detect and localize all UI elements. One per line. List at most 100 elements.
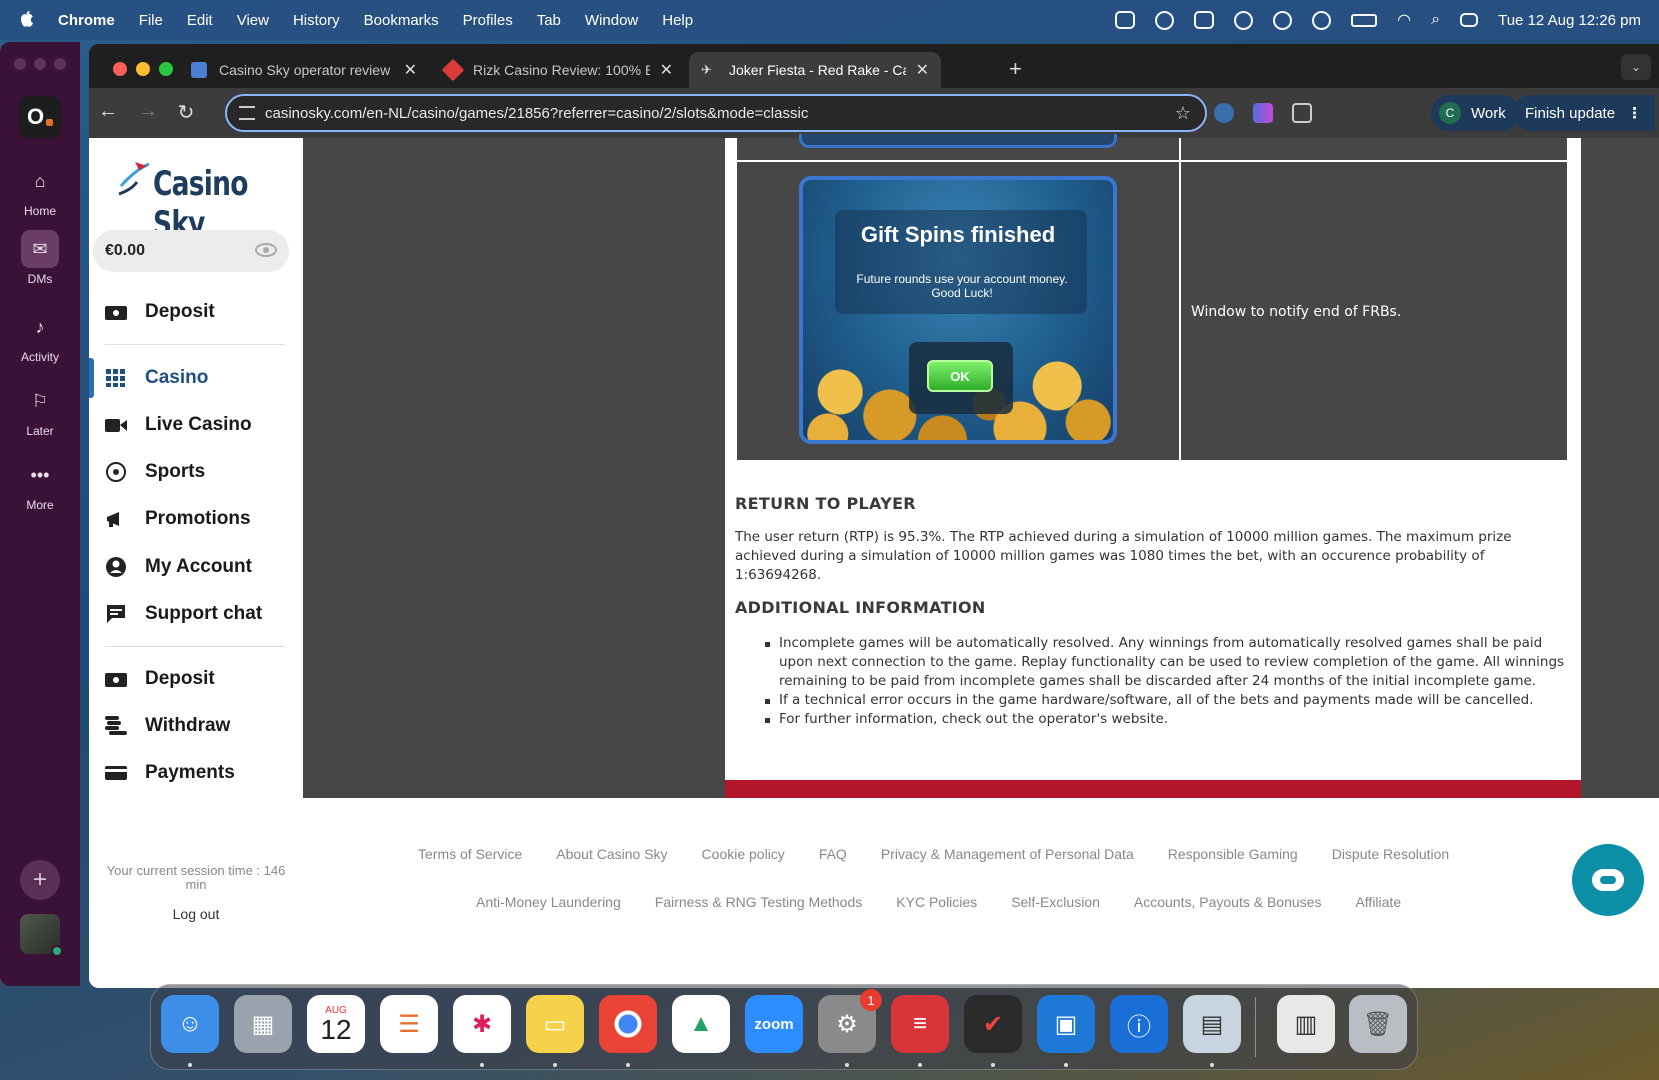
rail-item-more[interactable]: ••• More [0,456,80,513]
sidebar-item-deposit[interactable]: Deposit [89,292,303,332]
slack-status-icon[interactable] [1155,10,1175,30]
casino-sky-logo[interactable]: Casino Sky [117,154,277,244]
todo-icon[interactable]: ✔ [964,995,1022,1053]
control-center-icon[interactable] [1460,13,1479,27]
google-drive-icon[interactable]: ▲ [672,995,730,1053]
extensions-puzzle-icon[interactable] [1292,103,1312,123]
battery-icon[interactable] [1351,13,1378,27]
sidebar-item-payments[interactable]: Payments [89,753,303,793]
check-status-icon[interactable] [1312,10,1332,30]
extension-grid-icon[interactable] [1253,103,1273,123]
sidebar-item-my-account[interactable]: My Account [89,547,303,587]
menubar-clock[interactable]: Tue 12 Aug 12:26 pm [1498,12,1641,29]
menu-tab[interactable]: Tab [537,12,561,29]
menu-file[interactable]: File [139,12,163,29]
finish-update-button[interactable]: Finish update ⋮ [1513,95,1655,131]
new-tab-button[interactable]: + [1009,56,1022,82]
rail-item-later[interactable]: ⚐ Later [0,382,80,439]
preview-icon[interactable]: ▤ [1183,995,1241,1053]
kebab-menu-icon[interactable]: ⋮ [1627,104,1642,122]
footer-link[interactable]: Terms of Service [418,846,522,862]
sidebar-item-promotions[interactable]: Promotions [89,499,303,539]
menu-view[interactable]: View [237,12,269,29]
system-settings-icon[interactable]: ⚙ 1 [818,989,882,1053]
sidebar-item-live-casino[interactable]: Live Casino [89,405,303,445]
menu-help[interactable]: Help [662,12,693,29]
menu-bookmarks[interactable]: Bookmarks [364,12,439,29]
eye-icon[interactable] [255,243,277,257]
tab-joker-fiesta[interactable]: ✈ Joker Fiesta - Red Rake - Cas ✕ [689,52,941,88]
footer-links-row-1: Terms of Service About Casino Sky Cookie… [418,846,1483,862]
apple-icon[interactable] [18,11,36,29]
zoom-icon[interactable]: zoom [745,995,803,1053]
sidebar-item-support-chat[interactable]: Support chat [89,594,303,634]
menu-window[interactable]: Window [585,12,638,29]
logout-link[interactable]: Log out [89,906,303,922]
drive-status-icon[interactable] [1115,11,1136,29]
reminders-icon[interactable]: ☰ [380,995,438,1053]
footer-link[interactable]: KYC Policies [896,894,977,910]
trash-icon[interactable]: 🗑 [1349,995,1407,1053]
add-workspace-button[interactable]: + [20,860,60,900]
rail-item-dms[interactable]: ✉ DMs [0,230,80,286]
sidebar-item-withdraw[interactable]: Withdraw [89,706,303,746]
tab-casino-sky-review[interactable]: Casino Sky operator review - ✕ [179,52,429,88]
tab-search-button[interactable]: ⌄ [1621,54,1651,80]
balance-pill[interactable]: €0.00 [93,230,289,272]
finder-icon[interactable]: ☺ [161,995,219,1053]
scanner-icon[interactable]: ▥ [1277,995,1335,1053]
close-tab-icon[interactable]: ✕ [660,60,673,80]
remote-desktop-icon[interactable]: ▣ [1037,995,1095,1053]
sidebar-item-sports[interactable]: Sports [89,452,303,492]
sidebar-item-casino[interactable]: Casino [89,358,303,398]
forward-button[interactable]: → [135,100,161,123]
support-chat-button[interactable] [1572,844,1644,916]
address-bar[interactable]: casinosky.com/en-NL/casino/games/21856?r… [225,94,1207,132]
expressvpn-icon[interactable]: ≡ [891,995,949,1053]
sidebar-item-deposit-bottom[interactable]: Deposit [89,659,303,699]
user-avatar[interactable] [20,914,63,957]
footer-link[interactable]: Responsible Gaming [1168,846,1298,862]
footer-link[interactable]: Cookie policy [702,846,785,862]
vpn-status-icon[interactable] [1234,10,1254,30]
tab-rizk-review[interactable]: Rizk Casino Review: 100% Bo ✕ [433,52,685,88]
back-button[interactable]: ← [95,100,121,123]
profile-button[interactable]: C Work [1431,95,1520,131]
reload-button[interactable]: ↻ [173,100,199,125]
page-viewport: Casino Sky €0.00 Deposit Casino Live Cas… [89,134,1659,988]
site-info-icon[interactable] [239,106,255,120]
rail-item-home[interactable]: ⌂ Home [0,162,80,219]
rail-item-activity[interactable]: ♪ Activity [0,308,80,365]
footer-link[interactable]: FAQ [819,846,847,862]
footer-link[interactable]: Accounts, Payouts & Bonuses [1134,894,1322,910]
wifi-icon[interactable]: ◠ [1397,10,1411,30]
menu-app-name[interactable]: Chrome [58,12,115,29]
workspace-switcher[interactable]: O [19,96,61,138]
screen-share-icon[interactable] [1194,11,1215,29]
close-tab-icon[interactable]: ✕ [916,60,929,80]
menu-history[interactable]: History [293,12,340,29]
spotlight-search-icon[interactable]: ⌕ [1431,11,1440,29]
close-tab-icon[interactable]: ✕ [404,60,417,80]
footer-link[interactable]: Dispute Resolution [1332,846,1450,862]
1password-icon[interactable]: ⓘ [1110,995,1168,1053]
extension-shield-icon[interactable] [1214,103,1234,123]
zoom-window-button[interactable] [159,62,173,76]
footer-link[interactable]: Anti-Money Laundering [476,894,621,910]
footer-link[interactable]: Privacy & Management of Personal Data [881,846,1134,862]
slack-icon[interactable]: ✱ [453,995,511,1053]
menu-profiles[interactable]: Profiles [463,12,513,29]
minimize-window-button[interactable] [136,62,150,76]
footer-link[interactable]: Self-Exclusion [1011,894,1100,910]
bookmark-star-icon[interactable]: ☆ [1175,103,1191,124]
close-window-button[interactable] [113,62,127,76]
footer-link[interactable]: About Casino Sky [556,846,667,862]
sync-status-icon[interactable] [1273,10,1293,30]
footer-link[interactable]: Fairness & RNG Testing Methods [655,894,863,910]
calendar-icon[interactable]: AUG 12 [307,995,365,1053]
chrome-icon[interactable] [599,995,657,1053]
menu-edit[interactable]: Edit [187,12,213,29]
notes-icon[interactable]: ▭ [526,995,584,1053]
footer-link[interactable]: Affiliate [1355,894,1401,910]
launchpad-icon[interactable]: ▦ [234,995,292,1053]
